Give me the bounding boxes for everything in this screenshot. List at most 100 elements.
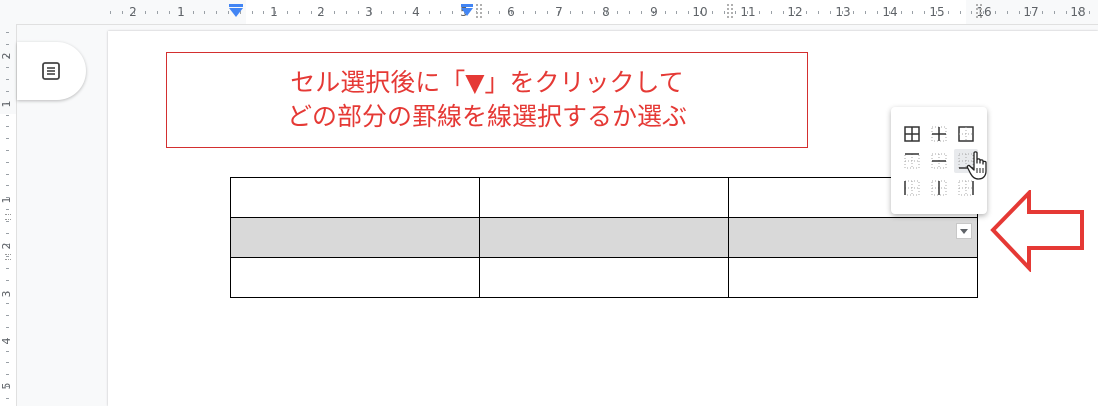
cell-indent-marker[interactable]: [461, 8, 473, 16]
ruler-tick: [6, 315, 9, 317]
table-row: [230, 257, 978, 298]
ruler-number: 8: [602, 5, 610, 19]
ruler-tick: [287, 11, 288, 14]
ruler-tick: [6, 67, 9, 69]
ruler-number: 1: [0, 196, 13, 204]
cell-indent-bar[interactable]: [461, 4, 473, 7]
ruler-tick: [995, 11, 996, 14]
table-row-selected: [230, 217, 978, 258]
column-boundary-handle[interactable]: [727, 4, 733, 20]
ruler-tick: [900, 11, 902, 14]
ruler-tick: [877, 11, 878, 14]
table-cell-selected[interactable]: [230, 217, 480, 258]
top-border-icon: [904, 153, 920, 169]
ruler-tick: [853, 11, 855, 14]
ruler-number: 13: [835, 5, 851, 19]
table-cell-selected[interactable]: [479, 217, 729, 258]
ruler-tick: [782, 11, 784, 14]
ruler-tick: [405, 11, 406, 14]
ruler-tick: [6, 32, 9, 33]
ruler-tick: [912, 11, 914, 14]
ruler-number: 4: [412, 5, 420, 19]
ruler-tick: [1089, 11, 1091, 14]
ruler-tick: [381, 11, 383, 14]
first-line-indent-marker[interactable]: [229, 4, 243, 7]
ruler-tick: [664, 11, 666, 14]
horizontal-inner-border-option[interactable]: [927, 149, 951, 173]
ruler-tick: [570, 11, 572, 14]
vertical-ruler[interactable]: 2 1 1 2 3 4 5: [0, 24, 17, 406]
ruler-tick: [169, 11, 170, 14]
ruler-number: 1: [270, 5, 278, 19]
ruler-tick: [310, 11, 312, 14]
ruler-tick: [1054, 11, 1055, 14]
ruler-tick: [6, 350, 9, 352]
row-boundary-handle[interactable]: [5, 214, 11, 220]
table-cell[interactable]: [230, 257, 480, 298]
document-outline-button[interactable]: [17, 42, 86, 100]
ruler-number: 9: [650, 5, 658, 19]
top-border-option[interactable]: [900, 149, 924, 173]
border-options-dropdown-button[interactable]: [956, 223, 972, 239]
column-boundary-handle[interactable]: [976, 4, 982, 20]
ruler-tick: [6, 232, 9, 234]
ruler-tick: [6, 327, 9, 328]
table-cell[interactable]: [479, 177, 729, 218]
ruler-tick: [711, 11, 713, 14]
ruler-tick: [629, 11, 631, 14]
outer-borders-icon: [958, 126, 974, 142]
ruler-tick: [145, 11, 147, 14]
ruler-number: 2: [317, 5, 325, 19]
horizontal-ruler[interactable]: 2 1 1 2 3 4 5 6 7 8 9 10 11 12 13 14 15 …: [0, 0, 1098, 25]
document-table[interactable]: [230, 177, 978, 298]
callout-line-2: どの部分の罫線を線選択するか選ぶ: [286, 102, 687, 131]
ruler-tick: [6, 173, 9, 175]
ruler-tick: [157, 11, 159, 14]
all-borders-option[interactable]: [900, 122, 924, 146]
ruler-tick: [593, 11, 595, 14]
vertical-inner-border-option[interactable]: [927, 176, 951, 200]
annotation-callout: セル選択後に「▼」をクリックして どの部分の罫線を線選択するか選ぶ: [166, 52, 808, 148]
ruler-tick: [759, 11, 760, 14]
column-boundary-handle[interactable]: [476, 4, 482, 20]
ruler-tick: [617, 11, 619, 14]
ruler-tick: [523, 11, 524, 14]
ruler-tick: [1042, 11, 1044, 14]
ruler-number: 11: [740, 5, 756, 19]
inner-borders-option[interactable]: [927, 122, 951, 146]
ruler-tick: [1065, 11, 1067, 14]
ruler-tick: [263, 11, 265, 14]
table-cell[interactable]: [230, 177, 480, 218]
table-cell[interactable]: [479, 257, 729, 298]
horizontal-inner-border-icon: [931, 153, 947, 169]
ruler-tick: [723, 11, 725, 14]
ruler-tick: [440, 11, 442, 14]
ruler-number: 10: [692, 5, 708, 19]
ruler-number: 2: [0, 52, 13, 60]
outer-borders-option[interactable]: [954, 122, 978, 146]
ruler-tick: [6, 397, 9, 399]
ruler-tick: [6, 43, 9, 45]
ruler-tick: [346, 11, 347, 14]
left-border-option[interactable]: [900, 176, 924, 200]
ruler-tick: [829, 11, 831, 14]
inner-borders-icon: [931, 126, 947, 142]
ruler-number: 17: [1023, 5, 1039, 19]
ruler-tick: [6, 114, 9, 116]
table-cell-selected[interactable]: [728, 217, 978, 258]
table-row: [230, 177, 978, 218]
table-cell[interactable]: [728, 257, 978, 298]
row-boundary-handle[interactable]: [5, 254, 11, 260]
outline-list-icon: [42, 62, 60, 80]
ruler-tick: [6, 268, 9, 269]
all-borders-icon: [904, 126, 920, 142]
ruler-tick: [192, 11, 194, 14]
hand-pointer-cursor-icon: [966, 151, 987, 180]
ruler-tick: [6, 79, 9, 81]
ruler-tick: [6, 161, 9, 163]
ruler-tick: [865, 11, 867, 14]
ruler-number: 5: [0, 382, 13, 390]
ruler-tick: [251, 11, 253, 14]
left-indent-marker[interactable]: [229, 8, 243, 17]
ruler-number: 14: [882, 5, 898, 19]
